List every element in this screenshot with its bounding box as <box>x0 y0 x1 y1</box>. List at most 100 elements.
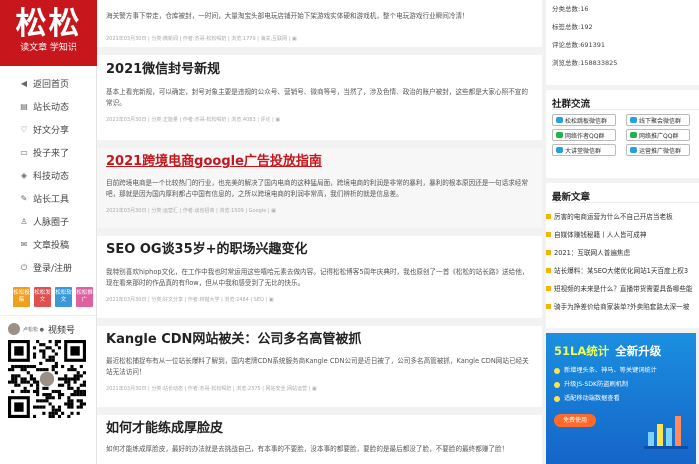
social-button-label: 运营推广微信群 <box>639 147 682 155</box>
social-button-label: 松松跳板微信群 <box>565 117 608 125</box>
social-button[interactable]: 松松跳板微信群 <box>552 114 616 126</box>
post-meta: 2021年03月30日 | 分类:站长动态 | 作者:杰哥-松松喝奶 | 浏览:… <box>106 386 317 392</box>
nav-login[interactable]: ⏻ 登录/注册 <box>0 256 96 279</box>
tag-soft-article[interactable]: 松松软文 <box>55 287 72 307</box>
social-button-label: 大讲堂微信群 <box>565 147 602 155</box>
qq-icon <box>630 132 637 138</box>
chat-icon <box>556 117 563 123</box>
social-button-label: 网络推广QQ群 <box>639 132 679 140</box>
divider <box>97 228 542 236</box>
qr-code-icon <box>8 340 86 418</box>
nav-tools[interactable]: ✎ 站长工具 <box>0 187 96 210</box>
latest-article[interactable]: 骑手为挣差价给商家装单?外卖陷套路太深一坡 <box>546 297 699 315</box>
nav-circle[interactable]: ♙ 人脉圈子 <box>0 210 96 233</box>
post-excerpt: 海关警方事下带走，仓库被封，一时间，大量淘宝头部电玩店铺开始下架游戏实体硬和游戏… <box>106 12 469 20</box>
social-button-label: 线下聚会微信群 <box>639 117 682 125</box>
qr-label: 视频号 <box>47 325 75 336</box>
post-title[interactable]: 2021微信封号新规 <box>106 61 533 78</box>
nav-good-articles[interactable]: ♡ 好文分享 <box>0 118 96 141</box>
latest-article-title: 站长爆料：某SEO大佬优化网站1天百度上权3 <box>554 267 689 275</box>
tag-promotion[interactable]: 松松推广 <box>76 287 93 307</box>
nav-label: 好文分享 <box>33 126 70 136</box>
post-title[interactable]: 如何才能练成厚脸皮 <box>106 420 533 437</box>
latest-panel: 最新文章 厉害的电商运营为什么不自己开店当老板 自媒体赚钱秘籍丨人人皆可成神 2… <box>546 183 699 328</box>
nav-label: 返回首页 <box>33 80 70 90</box>
social-button[interactable]: 网络作者QQ群 <box>552 129 616 141</box>
right-sidebar: 分类总数:16 标签总数:192 评论总数:691391 浏览总数:158833… <box>542 0 699 464</box>
social-button[interactable]: 运营推广微信群 <box>626 144 690 156</box>
left-sidebar: 松松 读文章 学知识 ◀ 返回首页 ▤ 站长动态 ♡ 好文分享 ▭ 投子来了 ◈ 科技动态… <box>0 0 97 464</box>
post-meta: 2021年03月30日 | 分类:运营汇 | 作者:谈省招商 | 浏览:1509… <box>106 208 276 214</box>
nav-label: 人脉圈子 <box>33 218 70 228</box>
latest-article[interactable]: 自媒体赚钱秘籍丨人人皆可成神 <box>546 225 699 243</box>
back-icon: ◀ <box>20 79 28 88</box>
power-icon: ⏻ <box>20 262 28 272</box>
latest-article[interactable]: 2021：互联网人普遍焦虑 <box>546 243 699 261</box>
ad-banner[interactable]: 51LA统计 全新升级 新增埋头条、神马、等关键词统计 升级JS-SDK防盗刷机制… <box>546 333 696 464</box>
sidebar-nav: ◀ 返回首页 ▤ 站长动态 ♡ 好文分享 ▭ 投子来了 ◈ 科技动态 ✎ 站长工具 ♙ 人脉圈… <box>0 66 96 279</box>
nav-submit[interactable]: ✉ 文章投稿 <box>0 233 96 256</box>
chat-icon <box>630 117 637 123</box>
post-title[interactable]: 2021跨境电商google广告投放指南 <box>106 153 533 170</box>
chat-icon <box>630 147 637 153</box>
ad-title-main: 51LA统计 <box>554 344 610 358</box>
qr-header: 卢松松 ● 视频号 <box>8 322 88 336</box>
nav-label: 登录/注册 <box>33 264 73 274</box>
bullet-icon <box>546 303 551 309</box>
post-item: Kangle CDN网站被关：公司多名高管被抓 最近松松捕捉布有从一位站长爆料了… <box>97 331 542 411</box>
post-meta: 2021年03月30日 | 分类:微新闻 | 作者:杰哥-松松喝奶 | 浏览:1… <box>106 36 297 42</box>
ad-cta-button[interactable]: 免费使用 <box>554 414 596 427</box>
box-icon: ▭ <box>20 148 28 157</box>
ad-feature: 升级JS-SDK防盗刷机制 <box>554 378 688 392</box>
nav-label: 站长动态 <box>33 103 70 113</box>
logo-slogan: 读文章 学知识 <box>20 43 77 53</box>
post-item: SEO OG谈35岁+的职场兴趣变化 我特别喜欢hiphop文化，在工作中我也时… <box>97 241 542 326</box>
latest-article-title: 骑手为挣差价给商家装单?外卖陷套路太深一坡 <box>554 303 690 311</box>
nav-label: 站长工具 <box>33 195 70 205</box>
ad-feature: 新增埋头条、神马、等关键词统计 <box>554 364 688 378</box>
social-button-label: 网络作者QQ群 <box>565 132 605 140</box>
post-excerpt: 我特别喜欢hiphop文化，在工作中我也时常运用这些嘻哈元素去做内容。记得松松博… <box>106 268 529 287</box>
social-button[interactable]: 线下聚会微信群 <box>626 114 690 126</box>
stats-panel: 分类总数:16 标签总数:192 评论总数:691391 浏览总数:158833… <box>546 0 699 85</box>
nav-home[interactable]: ◀ 返回首页 <box>0 72 96 95</box>
pen-icon: ✎ <box>20 194 28 203</box>
latest-article[interactable]: 短视频的未来是什么？直播带货需要具备哪些能 <box>546 279 699 297</box>
post-meta: 2021年03月30日 | 分类:好文分享 | 作者:林锴大学 | 浏览:248… <box>106 297 274 303</box>
check-icon <box>554 382 560 388</box>
stat-categories: 分类总数:16 <box>552 5 589 13</box>
qr-owner-name: 卢松松 ● <box>23 326 44 333</box>
ad-feature: 适配移动端数据查看 <box>554 392 688 406</box>
bullet-icon <box>546 285 551 291</box>
check-icon <box>554 368 560 374</box>
latest-article[interactable]: 站长爆料：某SEO大佬优化网站1天百度上权3 <box>546 261 699 279</box>
chip-icon: ◈ <box>20 171 28 180</box>
nav-investment[interactable]: ▭ 投子来了 <box>0 141 96 164</box>
nav-tech-news[interactable]: ◈ 科技动态 <box>0 164 96 187</box>
tag-publish[interactable]: 松松发文 <box>34 287 51 307</box>
post-title[interactable]: SEO OG谈35岁+的职场兴趣变化 <box>106 241 533 258</box>
latest-article-title: 自媒体赚钱秘籍丨人人皆可成神 <box>554 231 647 239</box>
site-logo[interactable]: 松松 读文章 学知识 <box>0 0 97 66</box>
ad-title-sub: 全新升级 <box>615 344 662 358</box>
stat-comments: 评论总数:691391 <box>552 41 606 49</box>
bullet-icon <box>546 213 551 219</box>
social-button[interactable]: 网络推广QQ群 <box>626 129 690 141</box>
document-icon: ▤ <box>20 102 28 111</box>
tag-submit[interactable]: 松松投稿 <box>13 287 30 307</box>
chart-illustration-icon <box>644 416 688 449</box>
post-item: 如何才能练成厚脸皮 如何才能练成厚脸皮，最好的办法就是去挑战自己，有本事的不要脸… <box>97 420 542 464</box>
social-panel: 社群交流 松松跳板微信群 线下聚会微信群 网络作者QQ群 网络推广QQ群 大讲堂… <box>546 90 699 178</box>
social-button[interactable]: 大讲堂微信群 <box>552 144 616 156</box>
avatar <box>8 323 20 335</box>
heart-icon: ♡ <box>20 125 28 134</box>
post-title[interactable]: Kangle CDN网站被关：公司多名高管被抓 <box>106 331 533 348</box>
latest-article[interactable]: 厉害的电商运营为什么不自己开店当老板 <box>546 207 699 225</box>
latest-article-title: 短视频的未来是什么？直播带货需要具备哪些能 <box>554 285 693 293</box>
latest-article-title: 2021：互联网人普遍焦虑 <box>554 249 631 257</box>
post-excerpt: 目前跨境电商是一个比较热门的行业，也充美的解决了国内电商的这种猛局面，跨境电商的… <box>106 179 528 198</box>
article-list: 海关警方事下带走，仓库被封，一时间，大量淘宝头部电玩店铺开始下架游戏实体硬和游戏… <box>97 0 542 464</box>
post-item: 2021跨境电商google广告投放指南 目前跨境电商是一个比较热门的行业，也充… <box>97 148 542 228</box>
post-item: 海关警方事下带走，仓库被封，一时间，大量淘宝头部电玩店铺开始下架游戏实体硬和游戏… <box>97 0 542 45</box>
nav-webmaster-news[interactable]: ▤ 站长动态 <box>0 95 96 118</box>
